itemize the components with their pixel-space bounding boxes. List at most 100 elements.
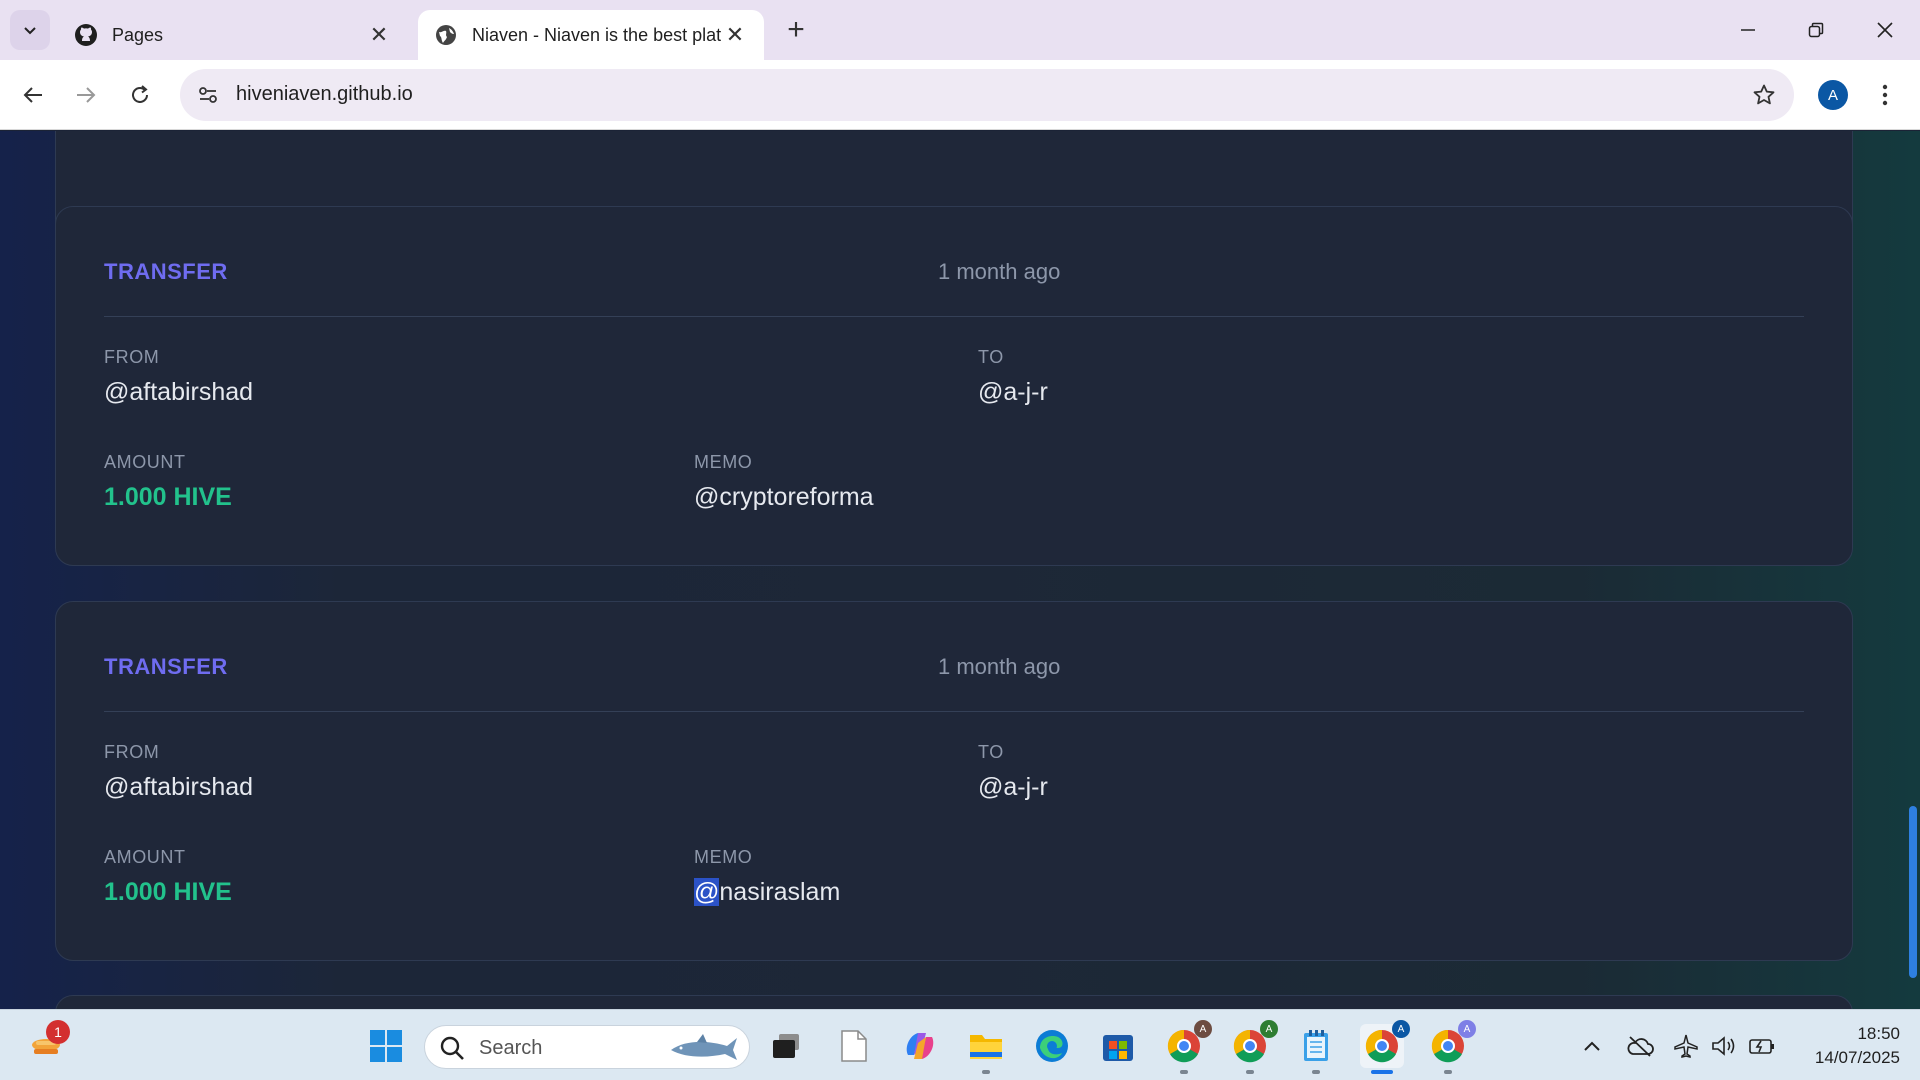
- card-divider: [104, 711, 1804, 712]
- copilot-button[interactable]: [898, 1024, 942, 1068]
- edge-button[interactable]: [1030, 1024, 1074, 1068]
- close-tab-icon[interactable]: ✕: [366, 22, 392, 48]
- battery-tray-icon[interactable]: [1748, 1032, 1776, 1060]
- file-explorer-button[interactable]: [964, 1024, 1008, 1074]
- tab-search-button[interactable]: [10, 10, 50, 50]
- to-label: TO: [978, 347, 1004, 367]
- speaker-icon: [1712, 1036, 1735, 1056]
- memo-text: nasiraslam: [719, 878, 841, 906]
- folder-icon: [970, 1035, 1002, 1059]
- chrome-profile-button[interactable]: A: [1162, 1020, 1212, 1074]
- chevron-down-icon: [24, 27, 36, 35]
- memo-value: @cryptoreforma: [694, 483, 874, 511]
- active-indicator: [1371, 1070, 1393, 1074]
- profile-initial-badge: A: [1392, 1020, 1410, 1038]
- github-icon: [74, 23, 98, 47]
- arrow-right-icon: [77, 87, 96, 103]
- taskbar-clock[interactable]: 18:50 14/07/2025: [1794, 1022, 1900, 1070]
- tab-title: Pages: [112, 24, 164, 45]
- onedrive-tray-icon[interactable]: [1626, 1032, 1654, 1060]
- back-button[interactable]: [13, 75, 53, 115]
- store-button[interactable]: [1096, 1024, 1140, 1068]
- running-indicator: [1180, 1070, 1188, 1074]
- chrome-profile-button[interactable]: A: [1426, 1020, 1476, 1074]
- close-window-button[interactable]: [1855, 10, 1915, 50]
- to-account-link[interactable]: @a-j-r: [978, 378, 1048, 407]
- address-bar[interactable]: hiveniaven.github.io: [180, 69, 1794, 121]
- to-account-link[interactable]: @a-j-r: [978, 773, 1048, 802]
- new-tab-button[interactable]: +: [780, 13, 812, 46]
- cloud-offline-icon: [1627, 1036, 1654, 1057]
- operation-type: TRANSFER: [104, 259, 228, 284]
- blank-file-icon: [841, 1030, 867, 1062]
- memo-label: MEMO: [694, 452, 753, 472]
- from-account-link[interactable]: @aftabirshad: [104, 378, 253, 407]
- operation-type: TRANSFER: [104, 654, 228, 679]
- windows-logo-icon: [370, 1030, 402, 1062]
- card-divider: [104, 316, 1804, 317]
- from-label: FROM: [104, 742, 160, 762]
- close-tab-icon[interactable]: ✕: [722, 22, 748, 48]
- running-indicator: [982, 1070, 990, 1074]
- chrome-profile-button-active[interactable]: A: [1360, 1020, 1410, 1074]
- file-app-button[interactable]: [832, 1024, 876, 1068]
- edge-icon: [1036, 1030, 1068, 1062]
- restore-button[interactable]: [1786, 10, 1846, 50]
- page-scrollbar-thumb[interactable]: [1909, 806, 1917, 978]
- volume-tray-icon[interactable]: [1710, 1032, 1738, 1060]
- url-text[interactable]: hiveniaven.github.io: [236, 83, 413, 106]
- running-indicator: [1246, 1070, 1254, 1074]
- clock-time: 18:50: [1857, 1024, 1900, 1043]
- bookmark-star-icon[interactable]: [1750, 81, 1778, 109]
- notepad-button[interactable]: [1294, 1024, 1338, 1074]
- airplane-mode-tray-icon[interactable]: [1672, 1032, 1700, 1060]
- operation-time: 1 month ago: [938, 259, 1061, 284]
- from-account-link[interactable]: @aftabirshad: [104, 773, 253, 802]
- close-icon: [1877, 22, 1893, 38]
- chevron-up-icon: [1584, 1041, 1600, 1051]
- operation-card: TRANSFER 1 month ago FROM @aftabirshad T…: [55, 601, 1853, 961]
- airplane-icon: [1674, 1034, 1698, 1058]
- forward-button[interactable]: [66, 75, 106, 115]
- arrow-left-icon: [23, 87, 42, 103]
- amount-label: AMOUNT: [104, 847, 186, 867]
- memo-value: @nasiraslam: [694, 878, 840, 907]
- search-placeholder: Search: [479, 1037, 543, 1059]
- reload-button[interactable]: [120, 75, 160, 115]
- task-view-button[interactable]: [764, 1024, 808, 1068]
- operation-card: TRANSFER 1 month ago FROM @aftabirshad T…: [55, 206, 1853, 566]
- running-indicator: [1444, 1070, 1452, 1074]
- notepad-icon: [1304, 1030, 1328, 1061]
- restore-icon: [1808, 22, 1824, 38]
- browser-tab-bar: Pages ✕ Niaven - Niaven is the best plat…: [0, 0, 1920, 60]
- battery-charging-icon: [1749, 1039, 1774, 1054]
- reload-icon: [132, 85, 148, 103]
- start-button[interactable]: [364, 1024, 408, 1068]
- windows-taskbar: 1 Search A A A A 18:50 14/07/2025: [0, 1009, 1920, 1080]
- more-vertical-icon: [1882, 84, 1888, 106]
- profile-avatar[interactable]: A: [1818, 80, 1848, 110]
- minimize-button[interactable]: [1718, 10, 1778, 50]
- chrome-profile-button[interactable]: A: [1228, 1020, 1278, 1074]
- globe-icon: [434, 23, 458, 47]
- taskbar-search[interactable]: Search: [424, 1025, 750, 1069]
- shark-search-highlight-icon: [671, 1034, 737, 1060]
- tab-niaven[interactable]: Niaven - Niaven is the best plat ✕: [418, 10, 764, 60]
- browser-menu-button[interactable]: [1870, 80, 1900, 110]
- notification-badge: 1: [46, 1020, 70, 1044]
- amount-value: 1.000 HIVE: [104, 878, 232, 906]
- search-icon: [440, 1036, 464, 1060]
- show-hidden-icons-button[interactable]: [1578, 1032, 1606, 1060]
- site-settings-icon[interactable]: [194, 81, 222, 109]
- tab-title: Niaven - Niaven is the best plat: [472, 24, 722, 45]
- running-indicator: [1312, 1070, 1320, 1074]
- minimize-icon: [1741, 29, 1755, 31]
- task-view-icon: [773, 1034, 799, 1058]
- store-icon: [1103, 1035, 1133, 1061]
- operation-card-next: [55, 995, 1853, 1009]
- page-content: TRANSFER 1 month ago FROM @aftabirshad T…: [0, 131, 1920, 1009]
- profile-initial-badge: A: [1458, 1020, 1476, 1038]
- browser-toolbar: hiveniaven.github.io A: [0, 60, 1920, 130]
- tab-pages[interactable]: Pages ✕: [58, 10, 408, 60]
- profile-initial-badge: A: [1260, 1020, 1278, 1038]
